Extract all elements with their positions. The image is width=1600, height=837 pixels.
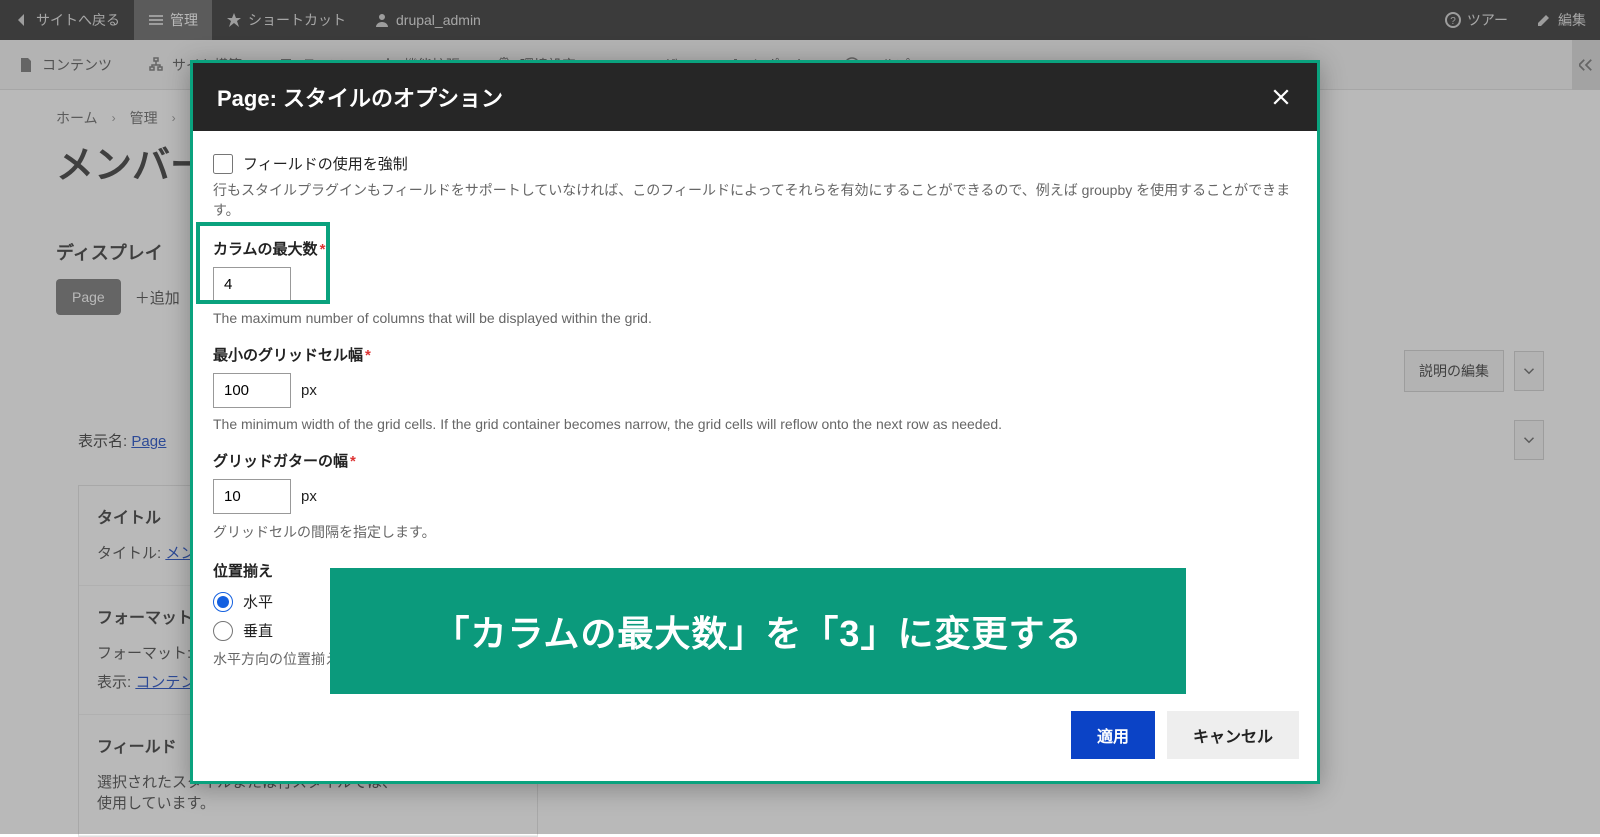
max-columns-group: カラムの最大数* The maximum number of columns t… [213,238,1297,326]
force-fields-checkbox[interactable] [213,154,233,174]
gutter-width-input[interactable] [213,479,291,514]
close-icon [1272,88,1290,106]
modal-titlebar: Page: スタイルのオプション [193,63,1317,131]
unit-px: px [301,382,317,399]
gutter-width-label: グリッドガターの幅* [213,450,1297,471]
apply-button[interactable]: 適用 [1071,711,1155,759]
alignment-horizontal-label: 水平 [243,591,273,612]
gutter-width-help: グリッドセルの間隔を指定します。 [213,522,1297,542]
alignment-vertical-label: 垂直 [243,620,273,641]
instruction-text: 「カラムの最大数」を「3」に変更する [434,605,1083,657]
modal-close-button[interactable] [1269,85,1293,109]
modal-actions: 適用 キャンセル [193,697,1317,781]
cancel-button[interactable]: キャンセル [1167,711,1299,759]
force-fields-desc: 行もスタイルプラグインもフィールドをサポートしていなければ、このフィールドによっ… [213,180,1297,220]
min-cell-width-label: 最小のグリッドセル幅* [213,344,1297,365]
min-cell-width-help: The minimum width of the grid cells. If … [213,416,1297,432]
modal-title: Page: スタイルのオプション [217,81,503,113]
min-cell-width-input[interactable] [213,373,291,408]
min-cell-width-group: 最小のグリッドセル幅* px The minimum width of the … [213,344,1297,432]
gutter-width-group: グリッドガターの幅* px グリッドセルの間隔を指定します。 [213,450,1297,542]
max-columns-label: カラムの最大数* [213,238,1297,259]
unit-px: px [301,488,317,505]
instruction-banner: 「カラムの最大数」を「3」に変更する [330,568,1186,694]
force-fields-row: フィールドの使用を強制 [213,153,1297,174]
alignment-horizontal-radio[interactable] [213,592,233,612]
alignment-vertical-radio[interactable] [213,621,233,641]
max-columns-help: The maximum number of columns that will … [213,310,1297,326]
max-columns-input[interactable] [213,267,291,302]
force-fields-label: フィールドの使用を強制 [243,153,408,174]
